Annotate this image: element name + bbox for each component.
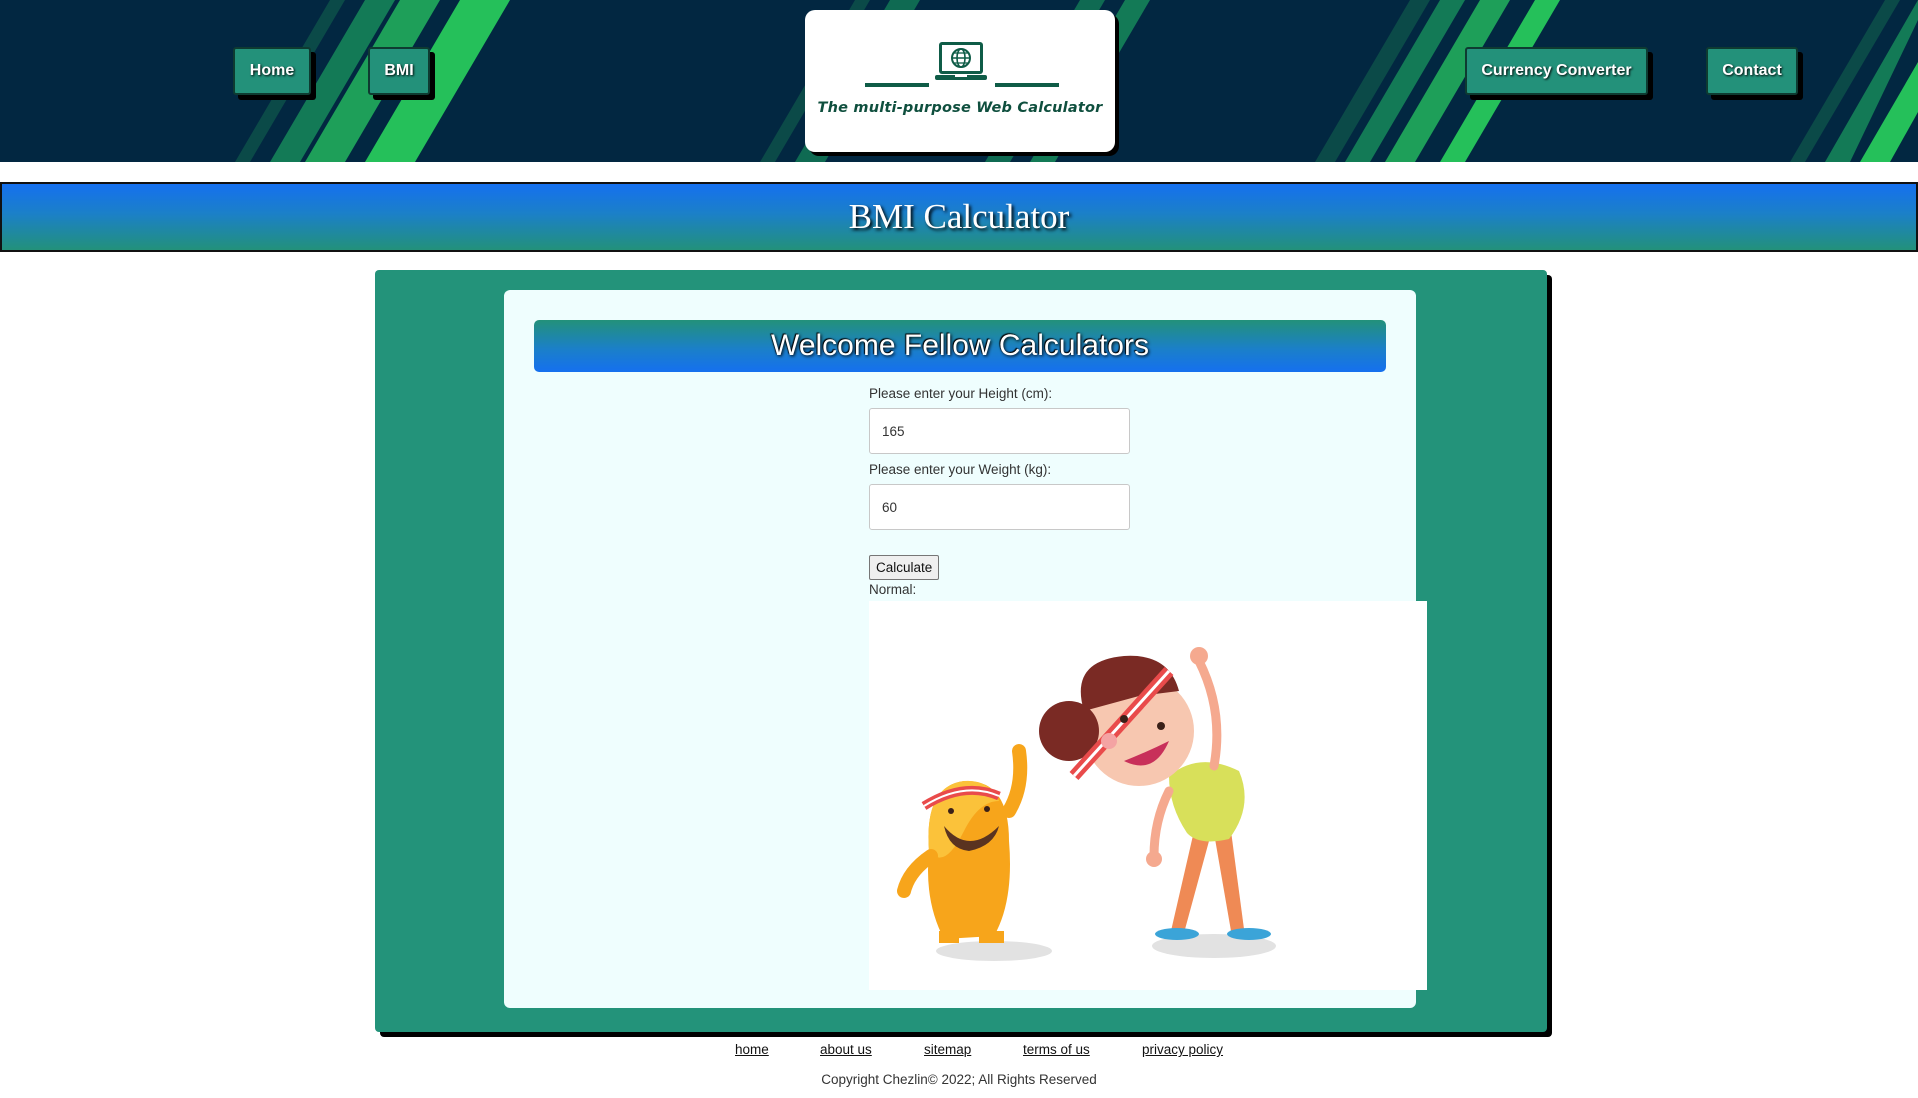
site-logo[interactable]: The multi-purpose Web Calculator bbox=[805, 10, 1115, 152]
footer-link-terms[interactable]: terms of us bbox=[1023, 1042, 1090, 1057]
page-title: BMI Calculator bbox=[848, 197, 1070, 236]
logo-rule-left bbox=[865, 83, 929, 87]
normal-bmi-illustration bbox=[869, 601, 1427, 990]
footer-link-sitemap[interactable]: sitemap bbox=[924, 1042, 971, 1057]
footer-link-home[interactable]: home bbox=[735, 1042, 769, 1057]
nav-home-button[interactable]: Home bbox=[233, 47, 311, 95]
welcome-heading: Welcome Fellow Calculators bbox=[771, 329, 1149, 362]
weight-input[interactable] bbox=[869, 484, 1130, 530]
copyright-text: Copyright Chezlin© 2022; All Rights Rese… bbox=[821, 1072, 1097, 1087]
page-title-banner: BMI Calculator bbox=[0, 182, 1918, 252]
nav-contact-button[interactable]: Contact bbox=[1706, 47, 1798, 95]
nav-bmi-button[interactable]: BMI bbox=[368, 47, 430, 95]
calculator-panel: Welcome Fellow Calculators Please enter … bbox=[375, 270, 1547, 1032]
footer-link-privacy-policy[interactable]: privacy policy bbox=[1142, 1042, 1223, 1057]
calculator-card: Welcome Fellow Calculators Please enter … bbox=[504, 290, 1427, 1008]
height-input[interactable] bbox=[869, 408, 1130, 454]
site-header: Home BMI Currency Converter Contact The … bbox=[0, 0, 1918, 162]
footer-link-about-us[interactable]: about us bbox=[820, 1042, 872, 1057]
welcome-banner: Welcome Fellow Calculators bbox=[534, 320, 1386, 372]
laptop-globe-icon bbox=[935, 42, 987, 80]
logo-rule-right bbox=[995, 83, 1059, 87]
height-label: Please enter your Height (cm): bbox=[869, 386, 1053, 401]
weight-label: Please enter your Weight (kg): bbox=[869, 462, 1052, 477]
nav-currency-converter-button[interactable]: Currency Converter bbox=[1465, 47, 1648, 95]
bmi-result-label: Normal: bbox=[869, 582, 917, 597]
logo-text: The multi-purpose Web Calculator bbox=[817, 100, 1103, 116]
footer-nav: home about us sitemap terms of us privac… bbox=[0, 1042, 1918, 1062]
exercise-characters-image bbox=[897, 647, 1276, 961]
calculate-button[interactable]: Calculate bbox=[869, 555, 940, 580]
